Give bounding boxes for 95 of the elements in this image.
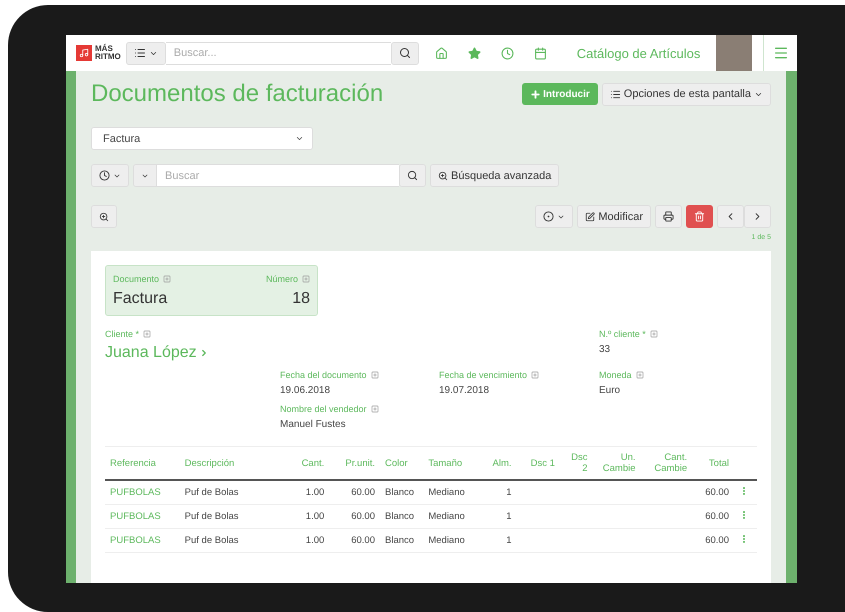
menu-icon xyxy=(772,45,788,61)
field-value: Euro xyxy=(599,385,622,396)
field-value: Manuel Fustes xyxy=(280,419,347,430)
search-icon xyxy=(407,170,418,181)
column-header[interactable]: Dsc 1 xyxy=(516,446,560,480)
actions-button[interactable] xyxy=(535,205,574,228)
field-label: Moneda xyxy=(599,370,632,380)
zoom-icon xyxy=(438,170,448,180)
search-field[interactable]: Buscar... xyxy=(166,42,391,64)
plus-icon xyxy=(530,88,542,100)
table-cell: 60.00 xyxy=(692,504,734,528)
expand-icon[interactable] xyxy=(531,371,540,379)
table-cell: 1.00 xyxy=(284,528,330,552)
screen-options-button[interactable]: Opciones de esta pantalla xyxy=(602,82,771,106)
calendar-icon[interactable] xyxy=(534,46,547,60)
expand-icon[interactable] xyxy=(302,275,310,283)
table-cell: 1 xyxy=(480,504,517,528)
star-icon[interactable] xyxy=(468,46,481,60)
home-icon[interactable] xyxy=(434,46,448,60)
field-label: Fecha de vencimiento xyxy=(439,370,528,380)
table-cell[interactable]: PUFBOLAS xyxy=(105,480,180,504)
search-field[interactable]: Buscar xyxy=(157,164,399,187)
table-cell: 60.00 xyxy=(329,480,380,504)
zoom-icon xyxy=(99,212,109,222)
table-cell: Mediano xyxy=(423,528,480,552)
column-header[interactable]: Cant. xyxy=(284,446,330,480)
field-value: 33 xyxy=(599,344,612,355)
column-header[interactable]: Un. Cambie xyxy=(592,446,641,480)
expand-icon[interactable] xyxy=(650,330,658,338)
expand-icon[interactable] xyxy=(163,275,172,283)
table-cell[interactable]: PUFBOLAS xyxy=(105,528,180,552)
delete-button[interactable] xyxy=(686,205,713,228)
column-header[interactable]: Alm. xyxy=(480,446,517,480)
field-label: Número xyxy=(266,274,298,284)
table-cell: Puf de Bolas xyxy=(180,528,284,552)
search-button[interactable] xyxy=(390,42,419,64)
field-value: 18 xyxy=(291,290,310,308)
new-button[interactable]: Introducir xyxy=(522,83,598,105)
field-label: Fecha del documento xyxy=(280,370,367,380)
table-cell: Mediano xyxy=(423,480,480,504)
expand-icon[interactable] xyxy=(143,330,152,338)
column-header[interactable]: Tamaño xyxy=(423,446,480,480)
column-header[interactable]: Dsc 2 xyxy=(560,446,593,480)
column-header[interactable]: Pr.unit. xyxy=(329,446,380,480)
module-title[interactable]: Catálogo de Artículos xyxy=(576,46,700,60)
table-cell: 60.00 xyxy=(329,504,380,528)
edit-icon xyxy=(585,212,596,222)
field-value: 19.06.2018 xyxy=(280,385,332,396)
target-icon xyxy=(543,211,554,222)
logo-icon xyxy=(76,45,92,61)
column-header[interactable]: Total xyxy=(692,446,734,480)
table-cell: Puf de Bolas xyxy=(180,504,284,528)
caret-icon xyxy=(295,134,304,143)
table-cell: Blanco xyxy=(380,504,424,528)
field-value: 19.07.2018 xyxy=(439,385,490,396)
expand-icon[interactable] xyxy=(636,371,644,379)
field-label: Cliente * xyxy=(105,329,140,339)
clock-icon[interactable] xyxy=(500,46,514,60)
column-header[interactable]: Descripción xyxy=(180,446,284,480)
column-header[interactable]: Cant. Cambie xyxy=(640,446,692,480)
document-type-select[interactable]: Factura xyxy=(91,127,313,150)
table-cell: Blanco xyxy=(380,480,424,504)
table-cell: Blanco xyxy=(380,528,424,552)
table-cell: 1 xyxy=(480,528,517,552)
table-cell: Mediano xyxy=(423,504,480,528)
table-cell: 1.00 xyxy=(284,480,330,504)
column-header[interactable]: Color xyxy=(380,446,424,480)
table-cell: 60.00 xyxy=(692,480,734,504)
edit-button[interactable]: Modificar xyxy=(577,205,651,228)
field-label: Nombre del vendedor xyxy=(280,404,367,414)
field-label: Documento xyxy=(113,274,160,284)
table-cell: Puf de Bolas xyxy=(180,480,284,504)
print-button[interactable] xyxy=(655,205,682,228)
table-cell: 1.00 xyxy=(284,504,330,528)
table-cell: 1 xyxy=(480,480,517,504)
trash-icon xyxy=(694,211,705,222)
table-cell: 60.00 xyxy=(329,528,380,552)
expand-icon[interactable] xyxy=(370,405,379,413)
list-menu-button[interactable] xyxy=(126,42,166,64)
expand-icon[interactable] xyxy=(370,371,379,379)
table-cell: 60.00 xyxy=(692,528,734,552)
advanced-search-button[interactable]: Búsqueda avanzada xyxy=(430,164,560,187)
page-title: Documentos de facturación xyxy=(91,80,384,108)
history-button[interactable] xyxy=(91,164,129,187)
logo-text: MÁS RITMO xyxy=(95,45,121,61)
table-cell[interactable]: PUFBOLAS xyxy=(105,504,180,528)
search-icon xyxy=(398,47,411,59)
column-header[interactable]: Referencia xyxy=(105,446,180,480)
field-label: N.º cliente * xyxy=(599,329,646,339)
field-value: Factura xyxy=(113,290,168,308)
printer-icon xyxy=(663,211,674,222)
search-button[interactable] xyxy=(399,164,426,187)
clock-icon xyxy=(99,170,110,181)
customer-link[interactable]: Juana López xyxy=(105,344,209,362)
zoom-button[interactable] xyxy=(91,205,117,228)
